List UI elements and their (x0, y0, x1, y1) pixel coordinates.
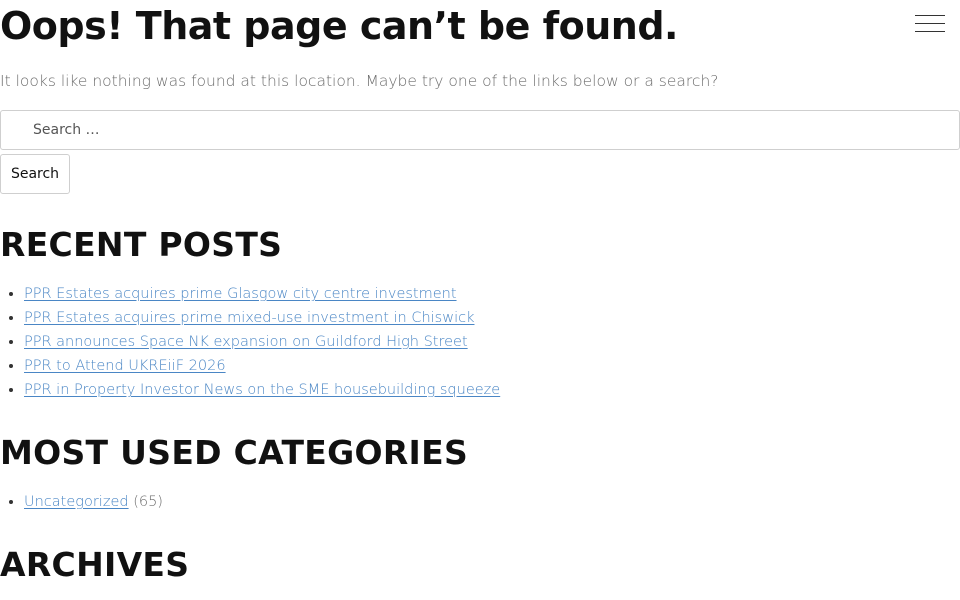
recent-posts-list: PPR Estates acquires prime Glasgow city … (0, 282, 500, 402)
categories-list: Uncategorized (65) (0, 490, 163, 514)
list-item: PPR in Property Investor News on the SME… (24, 378, 500, 402)
recent-post-link[interactable]: PPR Estates acquires prime Glasgow city … (24, 286, 457, 302)
list-item: PPR Estates acquires prime Glasgow city … (24, 282, 500, 306)
list-item: PPR Estates acquires prime mixed-use inv… (24, 306, 500, 330)
list-item: Uncategorized (65) (24, 490, 163, 514)
category-link[interactable]: Uncategorized (24, 494, 129, 510)
hamburger-menu-icon[interactable] (912, 12, 946, 38)
recent-post-link[interactable]: PPR announces Space NK expansion on Guil… (24, 334, 468, 350)
recent-post-link[interactable]: PPR Estates acquires prime mixed-use inv… (24, 310, 474, 326)
list-item: PPR announces Space NK expansion on Guil… (24, 330, 500, 354)
list-item: PPR to Attend UKREiiF 2026 (24, 354, 500, 378)
search-input[interactable] (0, 110, 960, 150)
page-title: Oops! That page can’t be found. (0, 4, 678, 48)
not-found-message: It looks like nothing was found at this … (0, 72, 719, 90)
recent-post-link[interactable]: PPR to Attend UKREiiF 2026 (24, 358, 226, 374)
archives-heading: ARCHIVES (0, 545, 190, 584)
menu-line (915, 23, 945, 24)
menu-line (915, 15, 945, 16)
search-button[interactable]: Search (0, 154, 70, 194)
recent-post-link[interactable]: PPR in Property Investor News on the SME… (24, 382, 500, 398)
menu-line (915, 31, 945, 32)
categories-heading: MOST USED CATEGORIES (0, 433, 469, 472)
category-count: (65) (133, 494, 163, 510)
recent-posts-heading: RECENT POSTS (0, 225, 283, 264)
